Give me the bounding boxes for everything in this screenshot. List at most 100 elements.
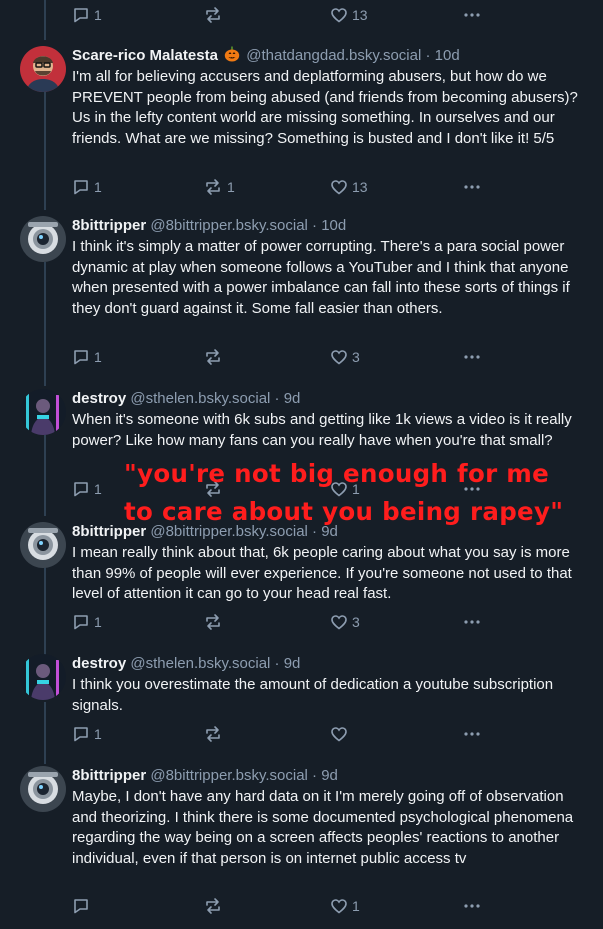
post-text: I think it's simply a matter of power co…	[72, 238, 570, 317]
reply-count: 1	[94, 614, 102, 630]
repost-icon	[206, 349, 220, 365]
thread-line	[44, 565, 46, 655]
more-options-button[interactable]	[462, 897, 482, 915]
reply-icon	[74, 615, 88, 630]
more-options-button[interactable]	[462, 348, 482, 366]
post-timestamp[interactable]: 9d	[321, 767, 338, 784]
overlay-caption-line-1: "you're not big enough for me	[124, 459, 550, 488]
more-options-icon	[464, 620, 480, 624]
post-timestamp[interactable]: 9d	[284, 655, 301, 672]
more-options-button[interactable]	[462, 613, 482, 631]
reply-count: 1	[94, 349, 102, 365]
like-button[interactable]	[330, 725, 352, 743]
overlay-caption-line-2: to care about you being rapey"	[124, 497, 564, 526]
like-button[interactable]: 13	[330, 178, 368, 196]
author-handle[interactable]: @thatdangdad.bsky.social	[246, 47, 421, 64]
heart-icon	[331, 180, 347, 195]
reply-button[interactable]	[72, 897, 94, 915]
like-button[interactable]: 13	[330, 6, 368, 24]
heart-icon	[331, 615, 347, 630]
more-options-icon	[464, 355, 480, 359]
post-timestamp[interactable]: 10d	[435, 47, 460, 64]
like-button[interactable]: 3	[330, 613, 360, 631]
post-actions: 1 13	[72, 6, 492, 26]
post-timestamp[interactable]: 9d	[284, 390, 301, 407]
avatar[interactable]	[20, 766, 66, 812]
thread-line	[44, 0, 46, 40]
heart-icon	[331, 727, 347, 742]
repost-icon	[206, 7, 220, 23]
repost-icon	[206, 726, 220, 742]
separator-dot: ·	[425, 47, 431, 64]
post-timestamp[interactable]: 10d	[321, 217, 346, 234]
avatar[interactable]	[20, 46, 66, 92]
reply-button[interactable]: 1	[72, 348, 102, 366]
like-button[interactable]: 1	[330, 897, 360, 915]
repost-count: 1	[227, 179, 235, 195]
like-count: 3	[352, 614, 360, 630]
more-options-icon	[464, 904, 480, 908]
thread-line	[44, 92, 46, 210]
repost-icon	[206, 179, 220, 195]
repost-button[interactable]	[203, 725, 227, 743]
reply-icon	[74, 727, 88, 742]
post-text: When it's someone with 6k subs and getti…	[72, 411, 572, 449]
reply-count: 1	[94, 7, 102, 23]
more-options-button[interactable]	[462, 178, 482, 196]
avatar[interactable]	[20, 522, 66, 568]
jack-o-lantern-icon	[224, 46, 240, 67]
repost-button[interactable]	[203, 613, 227, 631]
avatar[interactable]	[20, 216, 66, 262]
reply-button[interactable]: 1	[72, 725, 102, 743]
thread-line	[44, 430, 46, 516]
reply-icon	[74, 899, 88, 914]
post-text: Maybe, I don't have any hard data on it …	[72, 788, 574, 867]
author-name[interactable]: destroy	[72, 655, 126, 672]
more-options-icon	[464, 185, 480, 189]
more-options-button[interactable]	[462, 725, 482, 743]
reply-icon	[74, 180, 88, 195]
author-handle[interactable]: @sthelen.bsky.social	[130, 655, 270, 672]
avatar[interactable]	[20, 389, 66, 435]
more-options-icon	[464, 13, 480, 17]
post-text: I mean really think about that, 6k peopl…	[72, 544, 572, 602]
repost-button[interactable]	[203, 897, 227, 915]
author-handle[interactable]: @8bittripper.bsky.social	[150, 767, 308, 784]
repost-icon	[206, 898, 220, 914]
post-actions: 1 3	[72, 348, 492, 368]
separator-dot: ·	[274, 655, 280, 672]
separator-dot: ·	[274, 390, 280, 407]
like-button[interactable]: 3	[330, 348, 360, 366]
separator-dot: ·	[312, 217, 318, 234]
repost-button[interactable]	[203, 348, 227, 366]
author-name[interactable]: Scare-rico Malatesta	[72, 47, 218, 64]
author-handle[interactable]: @sthelen.bsky.social	[130, 390, 270, 407]
post-actions: 1	[72, 725, 492, 745]
separator-dot: ·	[312, 767, 318, 784]
post-actions: 1	[72, 897, 492, 917]
repost-button[interactable]	[203, 6, 227, 24]
more-options-icon	[464, 732, 480, 736]
like-count: 1	[352, 898, 360, 914]
author-name[interactable]: 8bittripper	[72, 217, 146, 234]
repost-icon	[206, 614, 220, 630]
more-options-button[interactable]	[462, 6, 482, 24]
reply-button[interactable]: 1	[72, 178, 102, 196]
reply-count: 1	[94, 726, 102, 742]
reply-button[interactable]: 1	[72, 6, 102, 24]
repost-button[interactable]: 1	[203, 178, 235, 196]
reply-icon	[74, 8, 88, 23]
reply-button[interactable]: 1	[72, 613, 102, 631]
thread-line	[44, 702, 46, 764]
like-count: 13	[352, 7, 368, 23]
reply-icon	[74, 482, 88, 497]
author-handle[interactable]: @8bittripper.bsky.social	[150, 217, 308, 234]
heart-icon	[331, 350, 347, 365]
author-name[interactable]: destroy	[72, 390, 126, 407]
reply-button[interactable]: 1	[72, 480, 102, 498]
post-actions: 1 1 13	[72, 178, 492, 198]
author-name[interactable]: 8bittripper	[72, 767, 146, 784]
avatar[interactable]	[20, 654, 66, 700]
thread-line	[44, 262, 46, 386]
reply-count: 1	[94, 179, 102, 195]
